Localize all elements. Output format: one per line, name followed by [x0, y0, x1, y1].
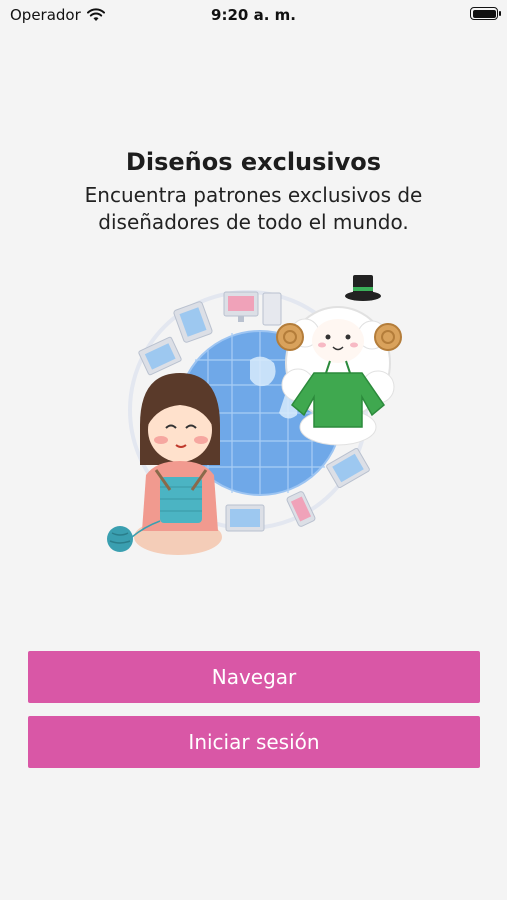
- device-laptop-icon: [138, 336, 182, 376]
- device-tablet-icon: [173, 301, 213, 343]
- device-monitor-icon: [223, 291, 259, 322]
- battery-icon: [470, 7, 501, 20]
- page-subtitle: Encuentra patrones exclusivos de diseñad…: [84, 183, 423, 234]
- page-title: Diseños exclusivos: [125, 148, 382, 176]
- login-button[interactable]: Iniciar sesión: [28, 716, 480, 768]
- device-tower-icon: [262, 292, 282, 326]
- device-laptop-bottom-icon: [225, 504, 265, 532]
- status-bar: Operador 9:20 a. m.: [0, 0, 507, 30]
- knitting-girl-icon: [107, 373, 222, 555]
- device-tablet-right-icon: [326, 447, 370, 489]
- browse-button[interactable]: Navegar: [28, 651, 480, 703]
- onboarding-illustration: [107, 275, 402, 555]
- status-time: 9:20 a. m.: [211, 6, 296, 24]
